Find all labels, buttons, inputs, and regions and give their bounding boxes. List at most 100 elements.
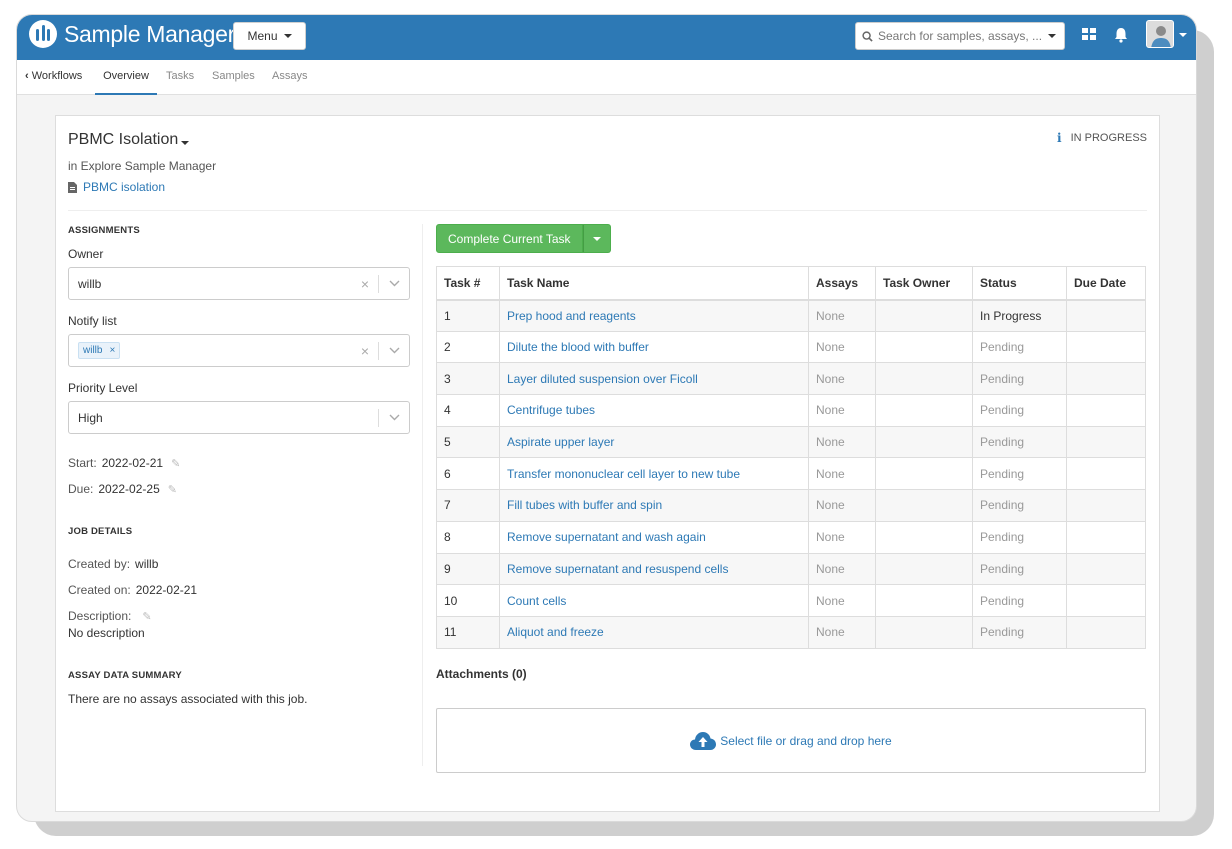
search-caret-icon[interactable] xyxy=(1048,34,1056,38)
info-icon[interactable]: i xyxy=(1057,131,1062,145)
avatar[interactable] xyxy=(1146,20,1174,48)
back-to-workflows-link[interactable]: ‹ Workflows xyxy=(25,60,82,95)
task-due-cell xyxy=(1066,615,1146,649)
task-number-cell: 5 xyxy=(436,425,500,459)
column-header[interactable]: Assays xyxy=(808,266,876,301)
task-owner-cell xyxy=(875,489,973,522)
header-divider xyxy=(68,210,1147,211)
created-on-value: 2022-02-21 xyxy=(135,583,198,597)
task-name-link[interactable]: Transfer mononuclear cell layer to new t… xyxy=(499,457,809,491)
task-status-cell: Pending xyxy=(972,489,1067,522)
table-row: 6 Transfer mononuclear cell layer to new … xyxy=(436,457,1146,491)
task-name-link[interactable]: Aliquot and freeze xyxy=(499,615,809,649)
task-owner-cell xyxy=(875,330,973,364)
table-row: 10 Count cells None Pending xyxy=(436,584,1146,617)
column-header[interactable]: Task Owner xyxy=(875,266,973,301)
task-name-link[interactable]: Fill tubes with buffer and spin xyxy=(499,489,809,522)
table-row: 8 Remove supernatant and wash again None Pe… xyxy=(436,520,1146,554)
owner-select[interactable]: willb × xyxy=(68,267,410,300)
notify-chip[interactable]: willb × xyxy=(78,342,121,359)
task-assays-cell: None xyxy=(808,299,876,332)
task-owner-cell xyxy=(875,394,973,427)
column-header[interactable]: Status xyxy=(972,266,1067,301)
created-by-label: Created by: xyxy=(68,557,131,571)
task-due-cell xyxy=(1066,584,1146,617)
tab-samples[interactable]: Samples xyxy=(212,60,255,95)
task-owner-cell xyxy=(875,457,973,491)
menu-button[interactable]: Menu xyxy=(233,22,306,50)
search-input[interactable]: Search for samples, assays, ... xyxy=(855,22,1065,50)
grid-icon[interactable] xyxy=(1082,27,1097,42)
task-name-link[interactable]: Remove supernatant and wash again xyxy=(499,520,809,554)
caret-down-icon xyxy=(181,140,190,145)
task-number-cell: 4 xyxy=(436,394,500,427)
task-status-cell: Pending xyxy=(972,394,1067,427)
task-due-cell xyxy=(1066,299,1146,332)
table-row: 9 Remove supernatant and resuspend cells N… xyxy=(436,552,1146,586)
task-name-link[interactable]: Count cells xyxy=(499,584,809,617)
task-owner-cell xyxy=(875,362,973,396)
pencil-icon[interactable]: ✎ xyxy=(171,457,180,470)
job-details-heading: JOB DETAILS xyxy=(68,526,133,537)
tab-assays[interactable]: Assays xyxy=(272,60,307,95)
task-assays-cell: None xyxy=(808,330,876,364)
task-due-cell xyxy=(1066,362,1146,396)
pencil-icon[interactable]: ✎ xyxy=(142,610,151,623)
table-row: 3 Layer diluted suspension over Ficoll Non… xyxy=(436,362,1146,396)
task-due-cell xyxy=(1066,425,1146,459)
task-number-cell: 6 xyxy=(436,457,500,491)
table-row: 2 Dilute the blood with buffer None Pending xyxy=(436,330,1146,364)
search-placeholder: Search for samples, assays, ... xyxy=(878,29,1043,43)
description-value: No description xyxy=(68,626,145,640)
task-status-cell: Pending xyxy=(972,362,1067,396)
task-number-cell: 1 xyxy=(436,299,500,332)
complete-task-split-button: Complete Current Task xyxy=(436,224,611,253)
task-table: Task # Task Name Assays Task Owner Statu… xyxy=(436,266,1146,649)
task-number-cell: 7 xyxy=(436,489,500,522)
task-name-link[interactable]: Prep hood and reagents xyxy=(499,299,809,332)
clear-icon[interactable]: × xyxy=(352,276,378,292)
attachments-title: Attachments (0) xyxy=(436,667,527,681)
chevron-down-icon[interactable] xyxy=(379,347,409,354)
tab-nav: ‹ Workflows Overview Tasks Samples Assay… xyxy=(17,60,1196,95)
chevron-down-icon[interactable] xyxy=(379,414,409,421)
chevron-down-icon[interactable] xyxy=(379,280,409,287)
complete-task-button[interactable]: Complete Current Task xyxy=(436,224,583,253)
task-name-link[interactable]: Aspirate upper layer xyxy=(499,425,809,459)
column-header[interactable]: Task Name xyxy=(499,266,809,301)
task-status-cell: Pending xyxy=(972,520,1067,554)
chevron-left-icon: ‹ xyxy=(25,70,29,82)
caret-down-icon xyxy=(283,34,292,38)
app-logo[interactable]: Sample Manager xyxy=(29,20,235,48)
priority-select[interactable]: High xyxy=(68,401,410,434)
complete-task-dropdown[interactable] xyxy=(582,224,611,253)
project-name: in Explore Sample Manager xyxy=(68,159,217,173)
page-title: PBMC Isolation xyxy=(68,131,179,148)
bell-icon[interactable] xyxy=(1114,27,1128,43)
job-title-dropdown[interactable]: PBMC Isolation xyxy=(68,131,190,149)
pencil-icon[interactable]: ✎ xyxy=(168,483,177,496)
start-label: Start: xyxy=(68,456,97,470)
start-date: Start: 2022-02-21 ✎ xyxy=(68,456,180,470)
avatar-chevron-down-icon[interactable] xyxy=(1179,33,1187,37)
notify-list-select[interactable]: willb × × xyxy=(68,334,410,367)
tab-tasks[interactable]: Tasks xyxy=(166,60,194,95)
task-assays-cell: None xyxy=(808,552,876,586)
logo-icon xyxy=(29,20,57,48)
column-header[interactable]: Due Date xyxy=(1066,266,1146,301)
template-link[interactable]: PBMC isolation xyxy=(68,180,165,194)
task-name-link[interactable]: Centrifuge tubes xyxy=(499,394,809,427)
clear-icon[interactable]: × xyxy=(352,343,378,359)
priority-label: Priority Level xyxy=(68,381,138,395)
job-overview-panel: PBMC Isolation in Explore Sample Manager… xyxy=(55,115,1160,812)
task-name-link[interactable]: Dilute the blood with buffer xyxy=(499,330,809,364)
user-photo-icon xyxy=(1147,21,1173,47)
table-row: 5 Aspirate upper layer None Pending xyxy=(436,425,1146,459)
chip-remove-icon[interactable]: × xyxy=(109,345,115,356)
file-dropzone[interactable]: Select file or drag and drop here xyxy=(436,708,1146,773)
task-status-cell: Pending xyxy=(972,330,1067,364)
task-name-link[interactable]: Layer diluted suspension over Ficoll xyxy=(499,362,809,396)
task-name-link[interactable]: Remove supernatant and resuspend cells xyxy=(499,552,809,586)
tab-overview[interactable]: Overview xyxy=(95,60,157,95)
column-header[interactable]: Task # xyxy=(436,266,500,301)
